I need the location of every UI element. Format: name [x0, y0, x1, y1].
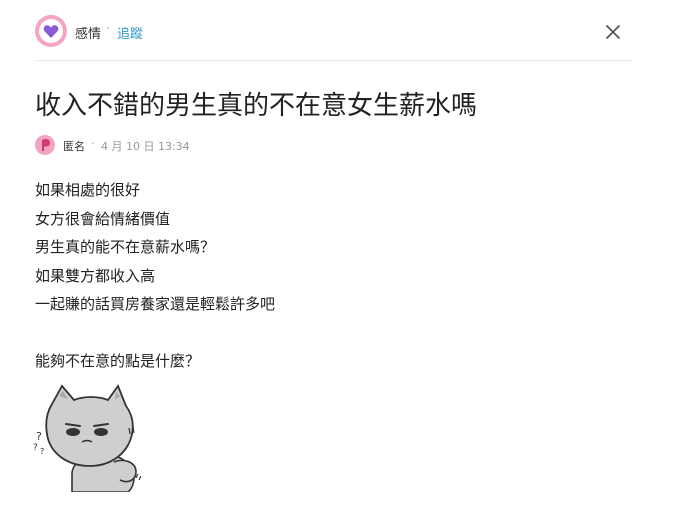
heart-icon — [43, 24, 59, 38]
close-icon — [606, 25, 620, 39]
svg-text:?: ? — [40, 447, 44, 456]
content-line: 男生真的能不在意薪水嗎？ — [35, 238, 216, 256]
meta-separator: · — [91, 137, 95, 150]
content-line: 如果雙方都收入高 — [35, 266, 156, 285]
post-title: 收入不錯的男生真的不在意女生薪水嗎 — [35, 91, 478, 121]
svg-text:?: ? — [36, 430, 42, 443]
author-avatar[interactable] — [35, 135, 55, 155]
content-line: 一起賺的話買房養家還是輕鬆許多吧 — [35, 295, 276, 313]
content-line-blank — [35, 319, 635, 348]
anonymous-avatar-icon — [42, 139, 50, 151]
board-name[interactable]: 感情 — [75, 23, 101, 42]
close-button[interactable] — [601, 20, 625, 44]
author-name: 匿名 — [63, 140, 85, 153]
board-avatar[interactable] — [35, 15, 67, 47]
post-timestamp: 4 月 10 日 13:34 — [101, 140, 190, 153]
cat-sticker-image: ? ? ? — [32, 382, 152, 493]
content-line: 能夠不在意的點是什麼？ — [35, 352, 201, 370]
post-content: 如果相處的很好 女方很會給情緒價值 男生真的能不在意薪水嗎？ 如果雙方都收入高 … — [35, 176, 635, 376]
header-separator: · — [106, 22, 111, 37]
content-line: 如果相處的很好 — [35, 181, 141, 199]
board-avatar-inner — [39, 19, 63, 43]
follow-button[interactable]: 追蹤 — [117, 23, 143, 42]
content-line: 女方很會給情緒價值 — [35, 209, 171, 228]
post-header: 感情 · 追蹤 — [35, 14, 632, 61]
svg-text:?: ? — [33, 443, 38, 453]
